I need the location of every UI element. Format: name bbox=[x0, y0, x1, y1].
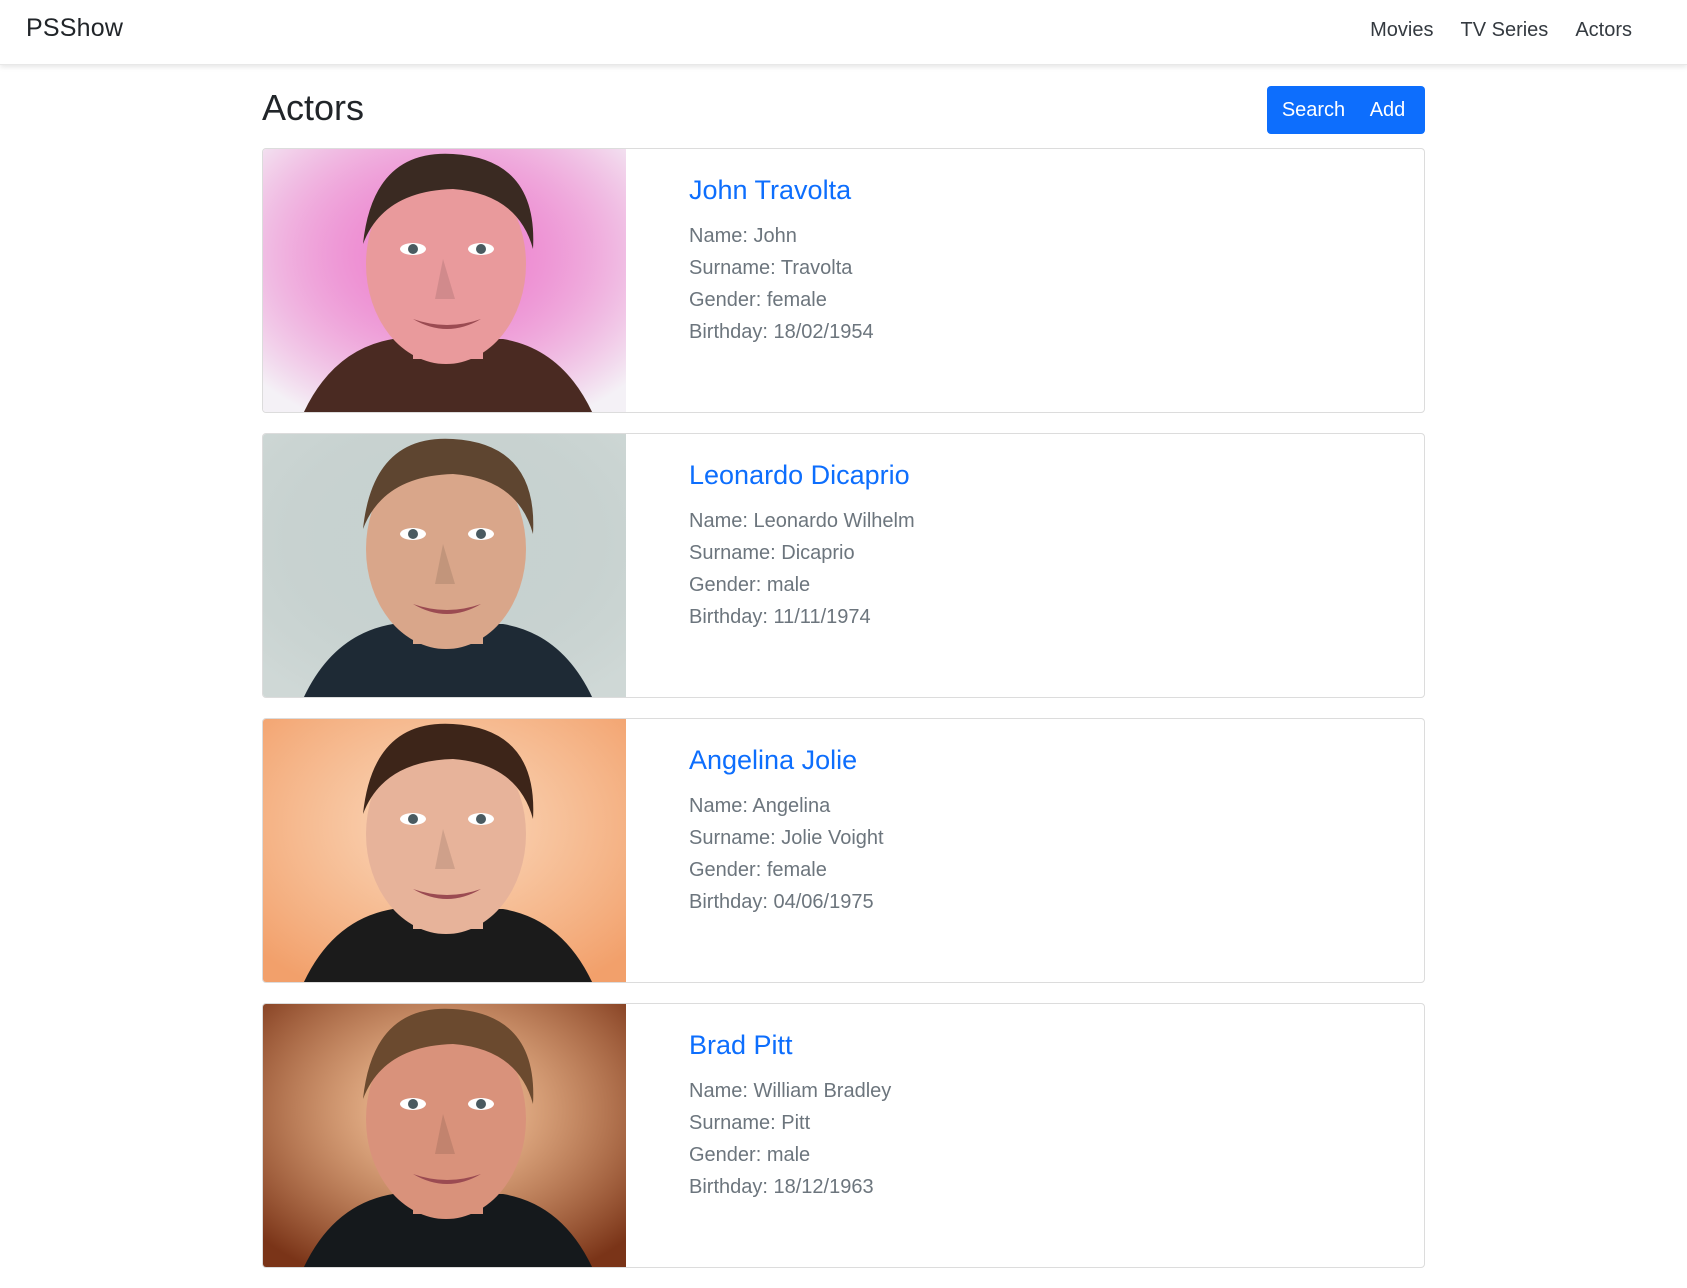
actor-name-line: Name: John bbox=[689, 220, 874, 252]
actor-surname-line: Surname: Travolta bbox=[689, 252, 874, 284]
actor-name-link[interactable]: John Travolta bbox=[689, 175, 874, 206]
actor-surname-value: Pitt bbox=[781, 1112, 811, 1134]
actor-birthday-label: Birthday: bbox=[689, 321, 774, 343]
nav-link-tv-series[interactable]: TV Series bbox=[1461, 19, 1549, 42]
actor-birthday-value: 18/02/1954 bbox=[773, 321, 874, 343]
actor-card[interactable]: Brad Pitt Name: William Bradley Surname: P… bbox=[262, 1003, 1425, 1268]
actor-gender-value: male bbox=[766, 1144, 811, 1166]
actor-card[interactable]: Leonardo Dicaprio Name: Leonardo Wilhelm S… bbox=[262, 433, 1425, 698]
top-navbar: PSShow Movies TV Series Actors bbox=[0, 0, 1687, 65]
brand-link[interactable]: PSShow bbox=[26, 14, 123, 43]
actor-gender-value: female bbox=[766, 859, 827, 881]
actor-name-value: Leonardo Wilhelm bbox=[753, 510, 915, 532]
actor-name-link[interactable]: Leonardo Dicaprio bbox=[689, 460, 915, 491]
actor-gender-label: Gender: bbox=[689, 289, 767, 311]
actor-gender-line: Gender: male bbox=[689, 569, 915, 601]
actor-gender-label: Gender: bbox=[689, 859, 767, 881]
actor-surname-label: Surname: bbox=[689, 542, 782, 564]
actor-photo bbox=[263, 434, 626, 697]
action-button-group: Search Add bbox=[1267, 86, 1425, 134]
actor-surname-label: Surname: bbox=[689, 257, 781, 279]
actor-name-value: John bbox=[753, 225, 797, 247]
actor-birthday-line: Birthday: 18/02/1954 bbox=[689, 316, 874, 348]
actor-birthday-label: Birthday: bbox=[689, 891, 774, 913]
actor-birthday-value: 04/06/1975 bbox=[773, 891, 874, 913]
actor-birthday-line: Birthday: 18/12/1963 bbox=[689, 1171, 891, 1203]
actor-gender-label: Gender: bbox=[689, 574, 767, 596]
actor-name-line: Name: William Bradley bbox=[689, 1075, 891, 1107]
actor-name-label: Name: bbox=[689, 795, 753, 817]
actor-card-body: Brad Pitt Name: William Bradley Surname: P… bbox=[689, 1030, 891, 1203]
actor-birthday-line: Birthday: 11/11/1974 bbox=[689, 601, 915, 633]
actor-name-label: Name: bbox=[689, 225, 754, 247]
actor-surname-label: Surname: bbox=[689, 827, 782, 849]
actor-surname-label: Surname: bbox=[689, 1112, 782, 1134]
actor-photo bbox=[263, 149, 626, 412]
actor-card-body: John Travolta Name: John Surname: Travolta… bbox=[689, 175, 874, 348]
actor-photo bbox=[263, 1004, 626, 1267]
actor-card[interactable]: John Travolta Name: John Surname: Travolta… bbox=[262, 148, 1425, 413]
actor-name-link[interactable]: Brad Pitt bbox=[689, 1030, 891, 1061]
actor-name-label: Name: bbox=[689, 510, 754, 532]
actor-surname-line: Surname: Pitt bbox=[689, 1107, 891, 1139]
actor-birthday-label: Birthday: bbox=[689, 606, 774, 628]
actor-birthday-value: 11/11/1974 bbox=[773, 606, 871, 628]
actor-surname-value: Travolta bbox=[780, 257, 853, 279]
actor-surname-line: Surname: Jolie Voight bbox=[689, 822, 884, 854]
actor-name-label: Name: bbox=[689, 1080, 754, 1102]
actor-card[interactable]: Angelina Jolie Name: Angelina Surname: Jol… bbox=[262, 718, 1425, 983]
actor-gender-line: Gender: male bbox=[689, 1139, 891, 1171]
actor-surname-value: Jolie Voight bbox=[781, 827, 884, 849]
add-button[interactable]: Add bbox=[1356, 86, 1425, 134]
actor-name-value: Angelina bbox=[752, 795, 831, 817]
nav-link-actors[interactable]: Actors bbox=[1575, 19, 1632, 42]
page-title: Actors bbox=[262, 87, 365, 128]
actor-surname-line: Surname: Dicaprio bbox=[689, 537, 915, 569]
actor-name-link[interactable]: Angelina Jolie bbox=[689, 745, 884, 776]
actor-birthday-label: Birthday: bbox=[689, 1176, 774, 1198]
actor-surname-value: Dicaprio bbox=[781, 542, 855, 564]
actor-card-body: Leonardo Dicaprio Name: Leonardo Wilhelm S… bbox=[689, 460, 915, 633]
actor-birthday-line: Birthday: 04/06/1975 bbox=[689, 886, 884, 918]
actor-gender-value: female bbox=[766, 289, 827, 311]
actor-name-line: Name: Leonardo Wilhelm bbox=[689, 505, 915, 537]
actor-name-value: William Bradley bbox=[753, 1080, 892, 1102]
actor-photo bbox=[263, 719, 626, 982]
actor-gender-line: Gender: female bbox=[689, 854, 884, 886]
nav-links: Movies TV Series Actors bbox=[1370, 19, 1632, 42]
actor-list: John Travolta Name: John Surname: Travolta… bbox=[262, 148, 1425, 1288]
actor-name-line: Name: Angelina bbox=[689, 790, 884, 822]
actor-gender-label: Gender: bbox=[689, 1144, 767, 1166]
actor-birthday-value: 18/12/1963 bbox=[773, 1176, 874, 1198]
actor-gender-line: Gender: female bbox=[689, 284, 874, 316]
actor-card-body: Angelina Jolie Name: Angelina Surname: Jol… bbox=[689, 745, 884, 918]
nav-link-movies[interactable]: Movies bbox=[1370, 19, 1433, 42]
actor-gender-value: male bbox=[766, 574, 811, 596]
search-button[interactable]: Search bbox=[1267, 86, 1356, 134]
